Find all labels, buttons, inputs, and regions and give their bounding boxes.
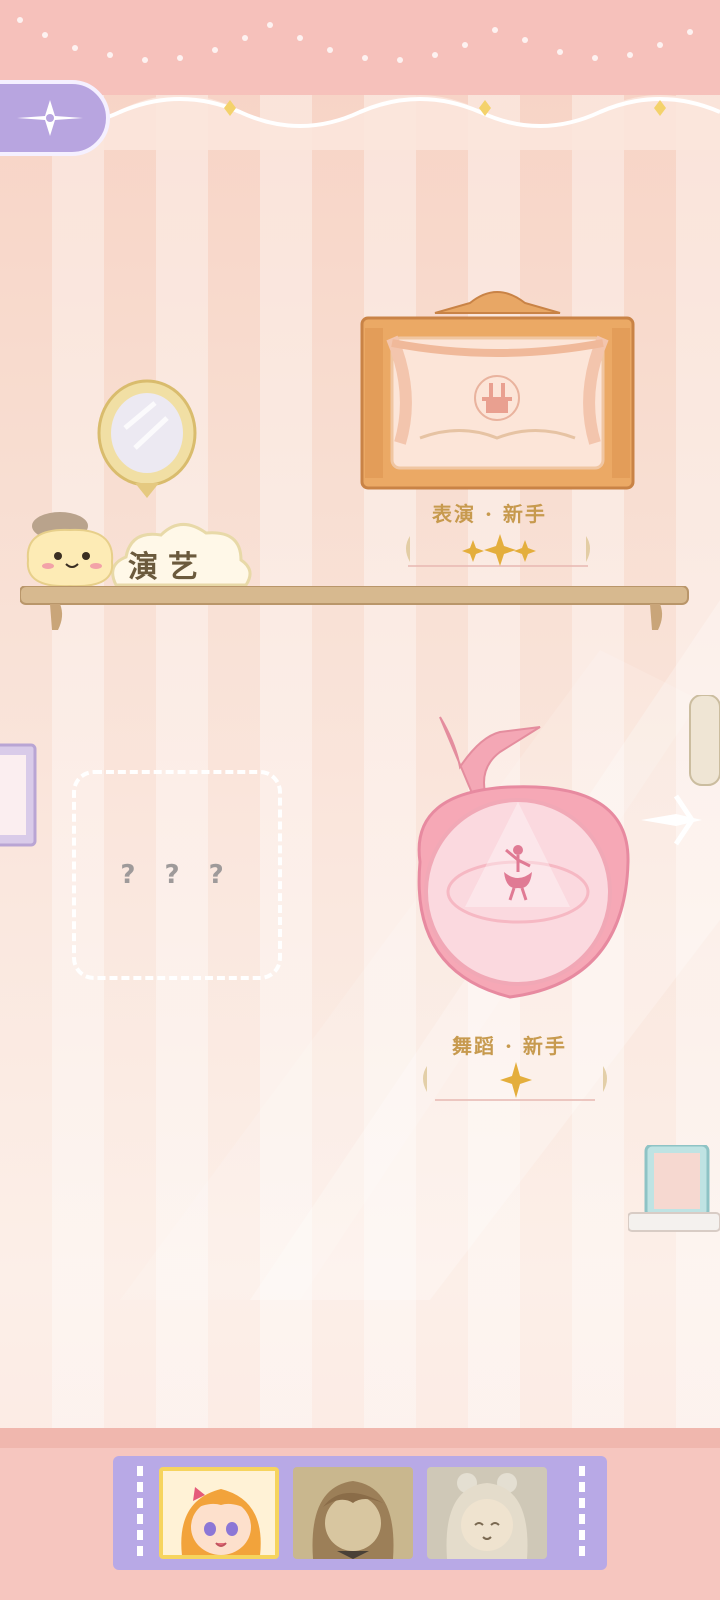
- skill-card-performance[interactable]: [360, 283, 635, 493]
- character-selector: [113, 1456, 607, 1570]
- character-card-3[interactable]: [427, 1467, 547, 1559]
- game-scene: 演艺 表演 · 新手 舞蹈 · 新手 ? ? ?: [0, 0, 720, 1600]
- avatar: [181, 1487, 261, 1555]
- star-rating-dance: [423, 1062, 607, 1101]
- side-statue-right: [689, 695, 720, 786]
- avatar: [446, 1473, 528, 1559]
- locked-slot-label: ? ? ?: [120, 860, 234, 890]
- character-card-1[interactable]: [159, 1467, 279, 1559]
- category-label: 演艺: [128, 550, 208, 585]
- next-arrow-icon[interactable]: [636, 790, 706, 850]
- avatar: [312, 1481, 394, 1559]
- mirror-decoration: [97, 379, 197, 498]
- wooden-shelf: [20, 586, 689, 630]
- back-button[interactable]: [0, 80, 110, 156]
- character-card-2[interactable]: [293, 1467, 413, 1559]
- magic-hat-rabbit-icon: [474, 375, 520, 421]
- mascot-character: [26, 512, 114, 588]
- side-card-right: [628, 1145, 720, 1232]
- star-rating-performance: [404, 534, 590, 567]
- side-frame-left: [0, 743, 37, 847]
- ballerina-icon: [504, 845, 532, 901]
- skill-title-dance: 舞蹈 · 新手: [452, 1034, 567, 1058]
- skill-card-dance[interactable]: [400, 712, 635, 1002]
- skill-title-performance: 表演 · 新手: [432, 502, 547, 526]
- compass-star-icon: [17, 100, 83, 136]
- locked-skill-slot[interactable]: ? ? ?: [72, 770, 282, 980]
